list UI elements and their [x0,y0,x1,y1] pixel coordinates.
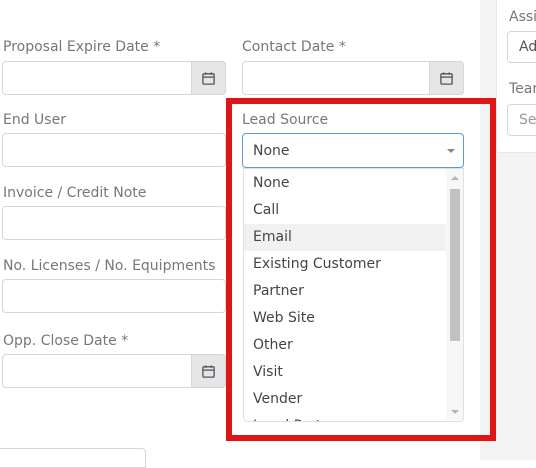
calendar-button[interactable] [429,61,464,95]
dropdown-option-email[interactable]: Email [244,224,448,251]
dropdown-option-web-site[interactable]: Web Site [244,305,448,332]
close-date-label: Opp. Close Date * [3,333,129,349]
proposal-expire-label: Proposal Expire Date * [3,39,161,55]
dropdown-option-local-partner[interactable]: Local Partner [244,413,448,421]
scrollbar-thumb[interactable] [450,189,460,341]
contact-date-input[interactable] [242,61,464,95]
bottom-input-fragment[interactable] [0,448,146,468]
assign-label: Assig [509,9,536,25]
calendar-icon [202,364,215,378]
dropdown-option-call[interactable]: Call [244,197,448,224]
dropdown-option-existing-customer[interactable]: Existing Customer [244,251,448,278]
invoice-label: Invoice / Credit Note [3,185,147,201]
dropdown-option-vender[interactable]: Vender [244,386,448,413]
dropdown-option-visit[interactable]: Visit [244,359,448,386]
dropdown-option-partner[interactable]: Partner [244,278,448,305]
calendar-button[interactable] [191,354,226,388]
dropdown-scrollbar[interactable] [446,169,463,421]
lead-source-dropdown[interactable]: None Call Email Existing Customer Partne… [243,168,464,422]
end-user-label: End User [3,112,66,128]
scroll-down-icon[interactable] [451,410,459,414]
lead-source-select[interactable]: None [242,133,464,168]
licenses-label: No. Licenses / No. Equipments [3,258,216,274]
lead-source-label: Lead Source [242,112,329,128]
close-date-input[interactable] [2,354,226,388]
assign-select[interactable]: Ad [507,31,536,63]
scroll-up-icon[interactable] [451,176,459,180]
team-select[interactable]: Se [507,104,536,136]
licenses-input[interactable] [2,279,226,313]
right-panel: Assig Ad Tear Se [496,0,536,153]
calendar-icon [440,71,453,85]
calendar-icon [202,71,215,85]
proposal-expire-input[interactable] [2,61,226,95]
dropdown-option-none[interactable]: None [244,170,448,197]
contact-date-label: Contact Date * [242,39,346,55]
invoice-input[interactable] [2,206,226,240]
lead-source-selected: None [253,143,290,159]
calendar-button[interactable] [191,61,226,95]
team-label: Tear [509,81,536,97]
dropdown-option-other[interactable]: Other [244,332,448,359]
end-user-input[interactable] [2,133,226,167]
caret-down-icon [447,149,455,153]
